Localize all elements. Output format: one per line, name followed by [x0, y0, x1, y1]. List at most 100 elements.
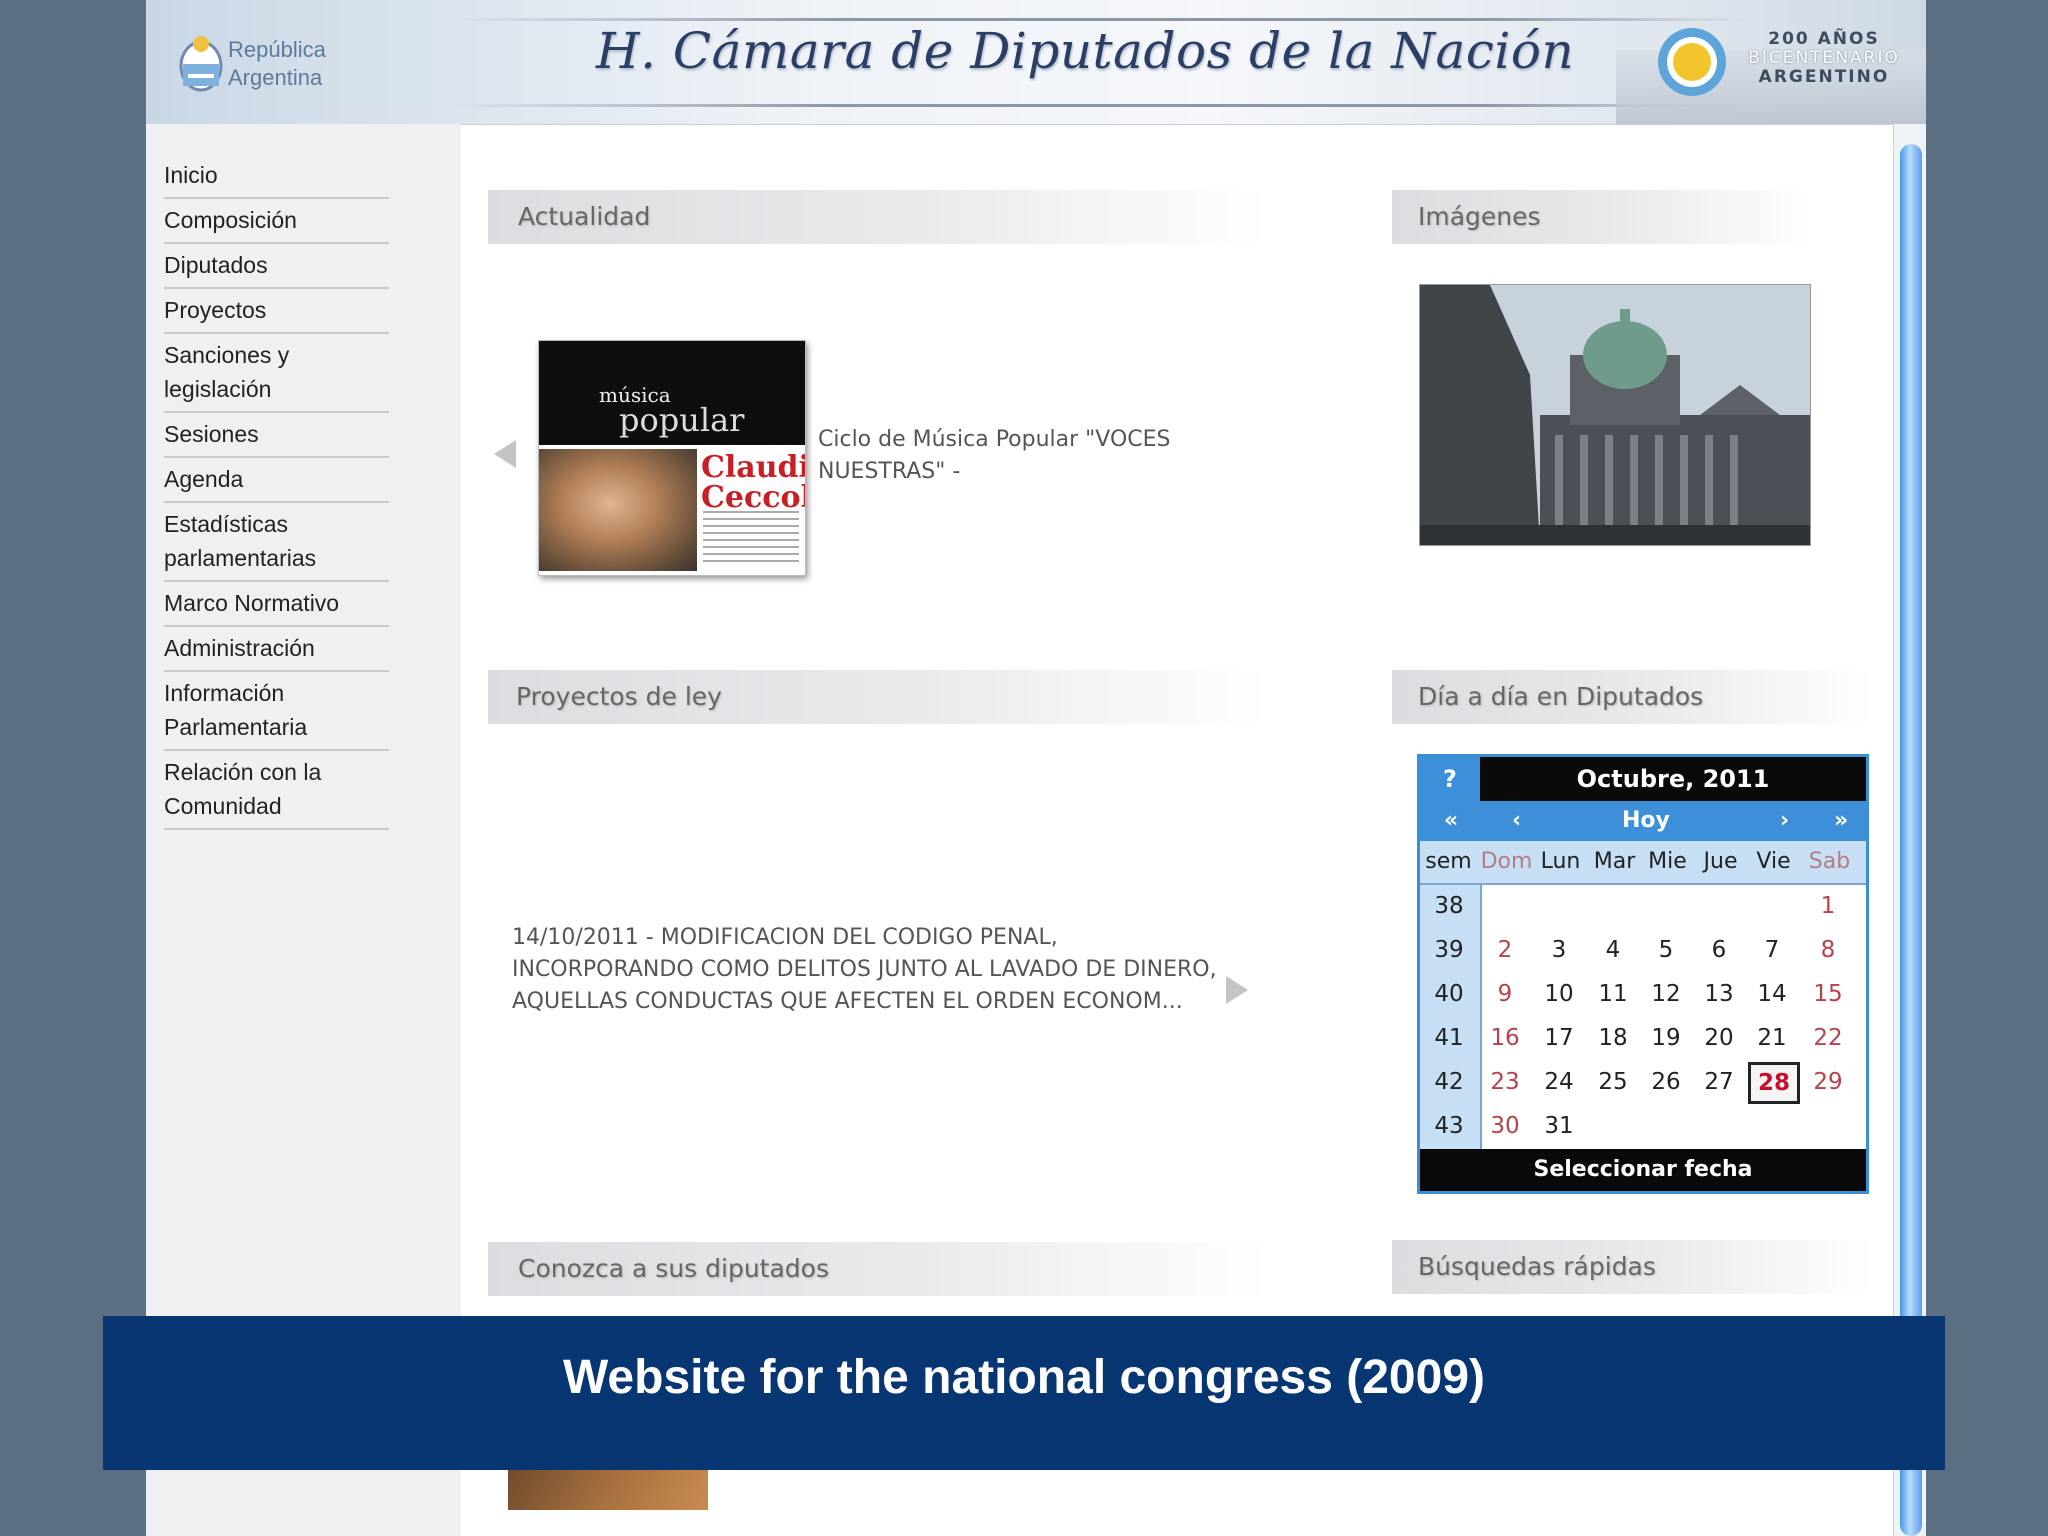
section-header-proyectos: Proyectos de ley: [488, 670, 1268, 724]
header-rule-bottom: [446, 104, 1746, 107]
weekday-header: Mie: [1648, 849, 1687, 874]
carousel-next-arrow-icon[interactable]: [1226, 976, 1248, 1004]
calendar-month-title: Octubre, 2011: [1480, 757, 1866, 801]
news-thumbnail[interactable]: música popular Claudio Ceccoli: [538, 340, 806, 576]
sidebar-item-sesiones[interactable]: Sesiones: [164, 413, 389, 458]
sidebar-item-sanciones[interactable]: Sanciones y legislación: [164, 334, 389, 413]
musician-photo: [539, 449, 697, 571]
calendar-day[interactable]: 10: [1534, 973, 1584, 1015]
calendar-day[interactable]: 13: [1694, 973, 1744, 1015]
section-header-imagenes: Imágenes: [1392, 190, 1812, 244]
poster-artist-name: Claudio Ceccoli: [701, 450, 805, 515]
calendar-day[interactable]: 2: [1480, 929, 1530, 971]
section-title-busquedas: Búsquedas rápidas: [1418, 1252, 1656, 1281]
calendar-day[interactable]: 7: [1747, 929, 1797, 971]
bicentenario-line-3: ARGENTINO: [1758, 67, 1890, 87]
header-rule-top: [446, 18, 1746, 21]
calendar-day[interactable]: 5: [1641, 929, 1691, 971]
calendar-day[interactable]: 19: [1641, 1017, 1691, 1059]
calendar-day[interactable]: 24: [1534, 1061, 1584, 1103]
calendar-day[interactable]: 17: [1534, 1017, 1584, 1059]
argentina-emblem-icon: [179, 36, 223, 92]
calendar-prev-month-button[interactable]: ‹: [1512, 801, 1521, 841]
calendar-day[interactable]: 6: [1694, 929, 1744, 971]
sidebar-item-estadisticas[interactable]: Estadísticas parlamentarias: [164, 503, 389, 582]
calendar-day[interactable]: 20: [1694, 1017, 1744, 1059]
sidebar-item-marco-normativo[interactable]: Marco Normativo: [164, 582, 389, 627]
calendar-week-number: 43: [1434, 1113, 1464, 1139]
calendar-help-button[interactable]: ?: [1420, 757, 1480, 801]
calendar-day[interactable]: 16: [1480, 1017, 1530, 1059]
calendar-day[interactable]: 1: [1803, 885, 1853, 927]
calendar-day[interactable]: 25: [1588, 1061, 1638, 1103]
calendar-day[interactable]: 26: [1641, 1061, 1691, 1103]
calendar-day[interactable]: 21: [1747, 1017, 1797, 1059]
calendar-select-date-button[interactable]: Seleccionar fecha: [1420, 1149, 1866, 1191]
sidebar-item-inicio[interactable]: Inicio: [164, 154, 389, 199]
sidebar-item-proyectos[interactable]: Proyectos: [164, 289, 389, 334]
bicentenario-line-2: BICENTENARIO: [1748, 48, 1900, 68]
calendar-day[interactable]: 18: [1588, 1017, 1638, 1059]
section-header-dia-a-dia: Día a día en Diputados: [1392, 670, 1872, 724]
calendar-day[interactable]: 9: [1480, 973, 1530, 1015]
sidebar-item-informacion[interactable]: Información Parlamentaria: [164, 672, 389, 751]
calendar-day[interactable]: 12: [1641, 973, 1691, 1015]
sidebar-menu: Inicio Composición Diputados Proyectos S…: [164, 154, 389, 830]
sidebar-item-composicion[interactable]: Composición: [164, 199, 389, 244]
sidebar-item-administracion[interactable]: Administración: [164, 627, 389, 672]
congress-building-graphic: [1420, 285, 1810, 545]
bicentenario-sun-icon: [1658, 28, 1726, 96]
calendar-next-month-button[interactable]: ›: [1780, 801, 1789, 841]
section-header-conozca: Conozca a sus diputados: [488, 1242, 1268, 1296]
calendar-day[interactable]: 11: [1588, 973, 1638, 1015]
project-headline-link[interactable]: 14/10/2011 - MODIFICACION DEL CODIGO PEN…: [512, 922, 1232, 1018]
bicentenario-label: 200 AÑOS BICENTENARIO ARGENTINO: [1734, 30, 1914, 87]
calendar-prev-year-button[interactable]: «: [1444, 801, 1458, 841]
calendar-nav: « ‹ Hoy › »: [1420, 801, 1866, 841]
calendar-next-year-button[interactable]: »: [1834, 801, 1848, 841]
sidebar-item-relacion[interactable]: Relación con la Comunidad: [164, 751, 389, 830]
site-header: República Argentina H. Cámara de Diputad…: [146, 0, 1926, 125]
news-headline-link[interactable]: Ciclo de Música Popular "VOCES NUESTRAS"…: [818, 424, 1238, 488]
calendar-today-button[interactable]: Hoy: [1622, 801, 1670, 841]
weekday-header: Dom: [1480, 849, 1533, 874]
sidebar-item-diputados[interactable]: Diputados: [164, 244, 389, 289]
weekday-header: Vie: [1756, 849, 1791, 874]
weekday-header: Sab: [1808, 849, 1851, 874]
weekday-header: Mar: [1593, 849, 1636, 874]
calendar-week-number: 38: [1434, 893, 1464, 919]
calendar-day[interactable]: 14: [1747, 973, 1797, 1015]
calendar-day[interactable]: 4: [1588, 929, 1638, 971]
section-header-actualidad: Actualidad: [488, 190, 1268, 244]
congress-building-photo[interactable]: [1419, 284, 1811, 546]
calendar-day[interactable]: 15: [1803, 973, 1853, 1015]
republica-argentina-label: República Argentina: [228, 37, 326, 90]
calendar-day[interactable]: 27: [1694, 1061, 1744, 1103]
calendar-weekday-row: sem Dom Lun Mar Mie Jue Vie Sab: [1420, 841, 1866, 885]
caption-text: Website for the national congress (2009): [562, 1351, 1485, 1404]
bicentenario-line-1: 200 AÑOS: [1768, 29, 1880, 49]
calendar-day[interactable]: 30: [1480, 1105, 1530, 1147]
site-title: H. Cámara de Diputados de la Nación: [596, 22, 1575, 80]
section-title-actualidad: Actualidad: [518, 202, 651, 231]
weekday-header: Lun: [1540, 849, 1581, 874]
poster-fine-print: [703, 511, 799, 567]
poster-title-line2: popular: [619, 401, 745, 439]
calendar-day[interactable]: 29: [1803, 1061, 1853, 1103]
browser-page: República Argentina H. Cámara de Diputad…: [146, 0, 1926, 1536]
sidebar-item-agenda[interactable]: Agenda: [164, 458, 389, 503]
calendar-day[interactable]: 23: [1480, 1061, 1530, 1103]
calendar-day[interactable]: 8: [1803, 929, 1853, 971]
calendar-day[interactable]: 22: [1803, 1017, 1853, 1059]
carousel-prev-arrow-icon[interactable]: [494, 440, 516, 468]
weekday-header: Jue: [1703, 849, 1738, 874]
calendar-day-today[interactable]: 28: [1748, 1062, 1800, 1104]
section-title-imagenes: Imágenes: [1418, 202, 1541, 231]
section-title-conozca: Conozca a sus diputados: [518, 1254, 829, 1283]
calendar-day[interactable]: 31: [1534, 1105, 1584, 1147]
calendar-day[interactable]: 3: [1534, 929, 1584, 971]
calendar-week-number: 39: [1434, 937, 1464, 963]
weekday-header: sem: [1425, 849, 1472, 874]
caption-banner: Website for the national congress (2009): [103, 1316, 1945, 1470]
calendar-week-number: 41: [1434, 1025, 1464, 1051]
